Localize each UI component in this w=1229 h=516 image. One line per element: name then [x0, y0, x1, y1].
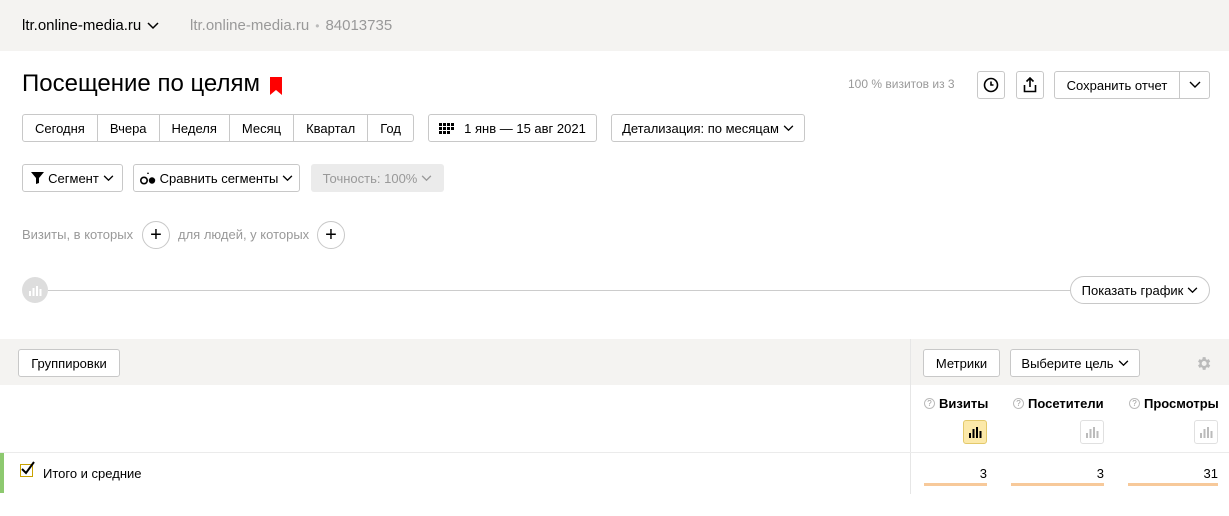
chart-icon-circle[interactable]: [22, 277, 48, 303]
help-icon[interactable]: ?: [924, 398, 935, 409]
column-visits-label: Визиты: [939, 396, 989, 411]
save-report-button[interactable]: Сохранить отчет: [1054, 71, 1180, 99]
plus-icon: +: [150, 224, 162, 246]
show-chart-button[interactable]: Показать график: [1070, 276, 1210, 304]
visitors-bar: [1011, 483, 1104, 486]
save-options-button[interactable]: [1179, 71, 1210, 99]
total-pageviews: 31: [1203, 466, 1218, 481]
bookmark-icon[interactable]: [269, 77, 282, 95]
segment-button[interactable]: Сегмент: [22, 164, 123, 192]
period-today[interactable]: Сегодня: [23, 115, 98, 141]
bar-chart-icon: [29, 286, 42, 296]
goal-selector[interactable]: Выберите цель: [1010, 349, 1140, 377]
compare-label: Сравнить сегменты: [159, 170, 279, 186]
chevron-down-icon: [1118, 359, 1128, 366]
pageviews-bar: [1128, 483, 1218, 486]
groupings-label: Группировки: [31, 355, 107, 371]
filter-icon: [31, 172, 45, 184]
chevron-down-icon: [783, 124, 794, 131]
compare-segments-button[interactable]: Сравнить сегменты: [133, 164, 300, 192]
groupings-button[interactable]: Группировки: [18, 349, 120, 377]
bar-chart-icon: [1200, 427, 1213, 438]
date-range-button[interactable]: 1 янв — 15 авг 2021: [428, 114, 597, 142]
plus-icon: +: [325, 224, 337, 246]
history-button[interactable]: [977, 71, 1005, 99]
sample-info: 100 % визитов из 3: [848, 77, 955, 91]
totals-row-label: Итого и средние: [43, 466, 142, 481]
settings-button[interactable]: [1195, 355, 1212, 372]
row-checkbox[interactable]: [20, 461, 35, 477]
accuracy-label: Точность: 100%: [322, 170, 418, 186]
detail-selector[interactable]: Детализация: по месяцам: [611, 114, 805, 142]
period-year[interactable]: Год: [368, 115, 413, 141]
compare-icon: [139, 171, 155, 184]
metrics-button[interactable]: Метрики: [923, 349, 1000, 377]
visits-filter-label: Визиты, в которых: [22, 227, 134, 242]
site-name: ltr.online-media.ru: [22, 17, 142, 34]
site-selector[interactable]: ltr.online-media.ru: [22, 17, 159, 34]
chart-toggle-visitors[interactable]: [1080, 420, 1104, 444]
period-week[interactable]: Неделя: [160, 115, 230, 141]
detail-label: Детализация: по месяцам: [622, 120, 779, 136]
segment-label: Сегмент: [48, 170, 99, 186]
goal-label: Выберите цель: [1021, 355, 1114, 371]
chart-toggle-pageviews[interactable]: [1194, 420, 1218, 444]
total-visitors: 3: [1096, 466, 1104, 481]
chevron-down-icon: [1188, 286, 1198, 293]
add-visit-filter-button[interactable]: +: [142, 221, 170, 249]
period-selector: Сегодня Вчера Неделя Месяц Квартал Год: [22, 114, 414, 142]
breadcrumb-separator: •: [315, 18, 320, 33]
calendar-icon: [439, 122, 455, 134]
column-visits[interactable]: ? Визиты: [924, 396, 988, 411]
column-separator: [910, 339, 911, 494]
period-month[interactable]: Месяц: [230, 115, 295, 141]
report-title: Посещение по целям: [22, 70, 260, 97]
counter-id: 84013735: [325, 17, 393, 34]
export-button[interactable]: [1016, 71, 1044, 99]
save-report-label: Сохранить отчет: [1066, 77, 1168, 93]
chart-toggle-visits[interactable]: [963, 420, 987, 444]
clock-icon: [983, 77, 999, 93]
checkmark-icon: [21, 461, 35, 475]
chevron-down-icon: [147, 21, 159, 29]
breadcrumb: ltr.online-media.ru • 84013735: [190, 17, 392, 34]
column-visitors-label: Посетители: [1028, 396, 1104, 411]
row-divider: [0, 452, 1229, 453]
export-icon: [1023, 77, 1037, 93]
chevron-down-icon: [1189, 81, 1200, 88]
breadcrumb-site: ltr.online-media.ru: [190, 17, 310, 34]
bar-chart-icon: [1086, 427, 1099, 438]
chevron-down-icon: [103, 174, 114, 181]
top-bar: ltr.online-media.ru ltr.online-media.ru …: [0, 0, 1229, 51]
column-pageviews-label: Просмотры: [1144, 396, 1219, 411]
add-people-filter-button[interactable]: +: [317, 221, 345, 249]
page-title: Посещение по целям: [22, 70, 282, 98]
metrics-label: Метрики: [935, 355, 988, 371]
period-quarter[interactable]: Квартал: [294, 115, 369, 141]
total-visits: 3: [979, 466, 987, 481]
chart-divider: [48, 290, 1072, 291]
chevron-down-icon: [282, 174, 293, 181]
show-chart-label: Показать график: [1081, 282, 1184, 298]
column-pageviews[interactable]: ? Просмотры: [1129, 396, 1219, 411]
gear-icon: [1198, 357, 1211, 370]
accuracy-selector: Точность: 100%: [311, 164, 444, 192]
column-visitors[interactable]: ? Посетители: [1013, 396, 1104, 411]
date-range-label: 1 янв — 15 авг 2021: [464, 120, 586, 136]
help-icon[interactable]: ?: [1013, 398, 1024, 409]
help-icon[interactable]: ?: [1129, 398, 1140, 409]
chevron-down-icon: [422, 174, 432, 181]
row-accent: [0, 453, 4, 493]
period-yesterday[interactable]: Вчера: [98, 115, 160, 141]
people-filter-label: для людей, у которых: [178, 227, 310, 242]
bar-chart-icon: [969, 427, 982, 438]
visits-bar: [924, 483, 987, 486]
